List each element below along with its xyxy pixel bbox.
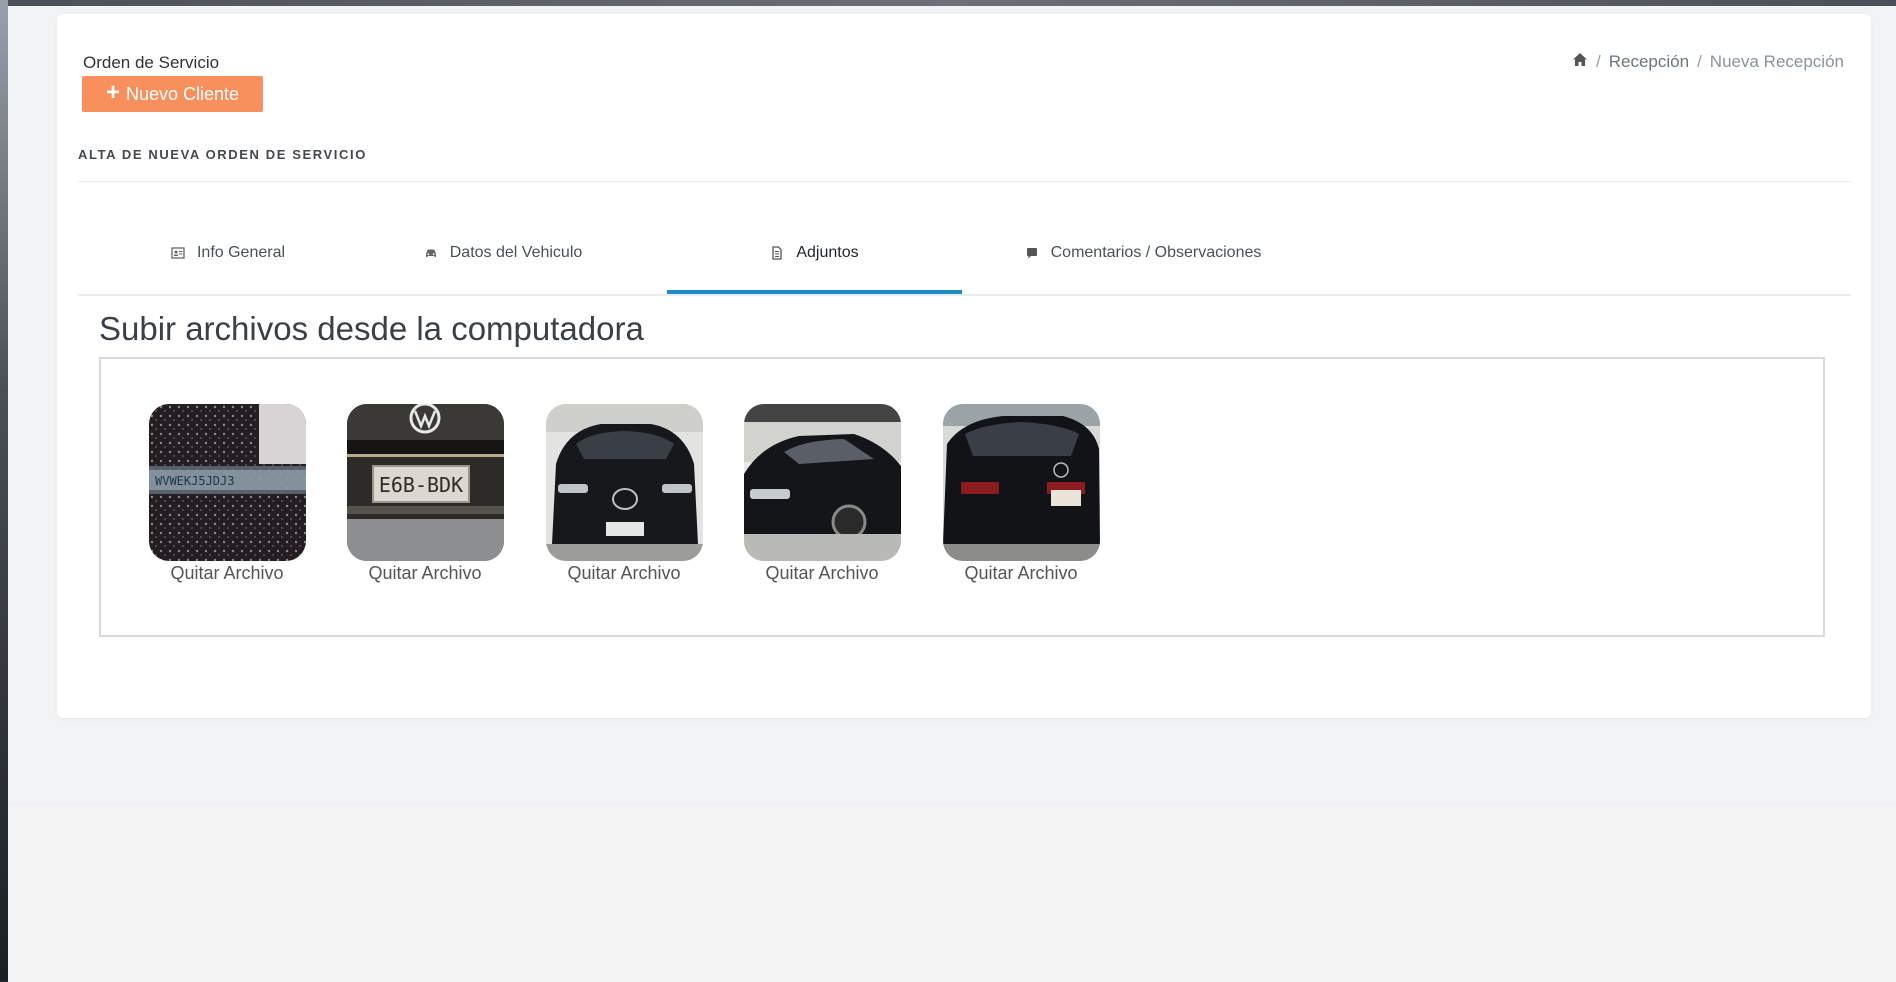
tab-label: Comentarios / Observaciones (1050, 244, 1262, 261)
comment-icon (1026, 248, 1037, 259)
new-client-label: Nuevo Cliente (125, 83, 240, 104)
remove-file-link[interactable]: Quitar Archivo (368, 563, 481, 584)
vin-text: WVWEKJ5JDJ3 (155, 474, 234, 488)
car-icon (425, 249, 436, 257)
car-front-photo (545, 404, 703, 561)
plus-icon: + (105, 79, 120, 106)
attachment-item: Quitar Archivo (544, 404, 704, 584)
license-plate-photo: E6B-BDK (346, 404, 504, 561)
page-title: Orden de Servicio (83, 53, 220, 72)
divider (78, 181, 1851, 182)
attachment-thumbnail[interactable]: WVWEKJ5JDJ3 (148, 404, 306, 561)
attachment-thumbnail[interactable]: E6B-BDK (346, 404, 504, 561)
attachment-item: E6B-BDK Quitar Archivo (345, 404, 505, 584)
attachment-item: Quitar Archivo (742, 404, 902, 584)
attachment-thumbnail[interactable] (743, 404, 901, 561)
remove-file-link[interactable]: Quitar Archivo (765, 563, 878, 584)
remove-file-link[interactable]: Quitar Archivo (964, 563, 1077, 584)
new-client-button[interactable]: + Nuevo Cliente (82, 76, 263, 112)
file-dropzone[interactable]: WVWEKJ5JDJ3 Quitar Archivo E6B-BDK Quita… (99, 357, 1825, 637)
file-icon (772, 246, 783, 260)
tab-label: Datos del Vehiculo (449, 244, 583, 261)
tab-label: Adjuntos (796, 244, 859, 261)
breadcrumb: / Recepción / Nueva Recepción (1572, 52, 1844, 72)
tab-datos-vehiculo[interactable]: Datos del Vehiculo (368, 222, 638, 292)
tab-comentarios[interactable]: Comentarios / Observaciones (978, 222, 1308, 292)
attachment-item: WVWEKJ5JDJ3 Quitar Archivo (147, 404, 307, 584)
attachment-thumbnail[interactable] (545, 404, 703, 561)
page-footer-area (8, 804, 1896, 982)
car-rear-photo (942, 404, 1100, 561)
upload-title: Subir archivos desde la computadora (99, 310, 644, 347)
attachment-item: Quitar Archivo (941, 404, 1101, 584)
home-icon[interactable] (1572, 52, 1588, 72)
remove-file-link[interactable]: Quitar Archivo (170, 563, 283, 584)
content-card: Orden de Servicio + Nuevo Cliente / Rece… (57, 14, 1871, 718)
section-title: ALTA DE NUEVA ORDEN DE SERVICIO (78, 147, 367, 162)
tab-bar: Info General Datos del Vehiculo Adjuntos (78, 222, 1851, 296)
car-side-photo (743, 404, 901, 561)
breadcrumb-separator: / (1596, 52, 1601, 71)
remove-file-link[interactable]: Quitar Archivo (567, 563, 680, 584)
vin-plate-photo: WVWEKJ5JDJ3 (148, 404, 306, 561)
tab-info-general[interactable]: Info General (108, 222, 348, 292)
tab-label: Info General (196, 244, 286, 261)
plate-text: E6B-BDK (378, 473, 462, 497)
breadcrumb-item-current: Nueva Recepción (1709, 52, 1844, 71)
page-body: Orden de Servicio + Nuevo Cliente / Rece… (8, 6, 1896, 982)
window-left-edge (0, 0, 8, 981)
attachment-thumbnail[interactable] (942, 404, 1100, 561)
breadcrumb-separator: / (1697, 52, 1702, 71)
breadcrumb-item-recepcion[interactable]: Recepción (1609, 52, 1689, 72)
id-card-icon (171, 247, 185, 259)
tab-adjuntos[interactable]: Adjuntos (667, 222, 962, 294)
